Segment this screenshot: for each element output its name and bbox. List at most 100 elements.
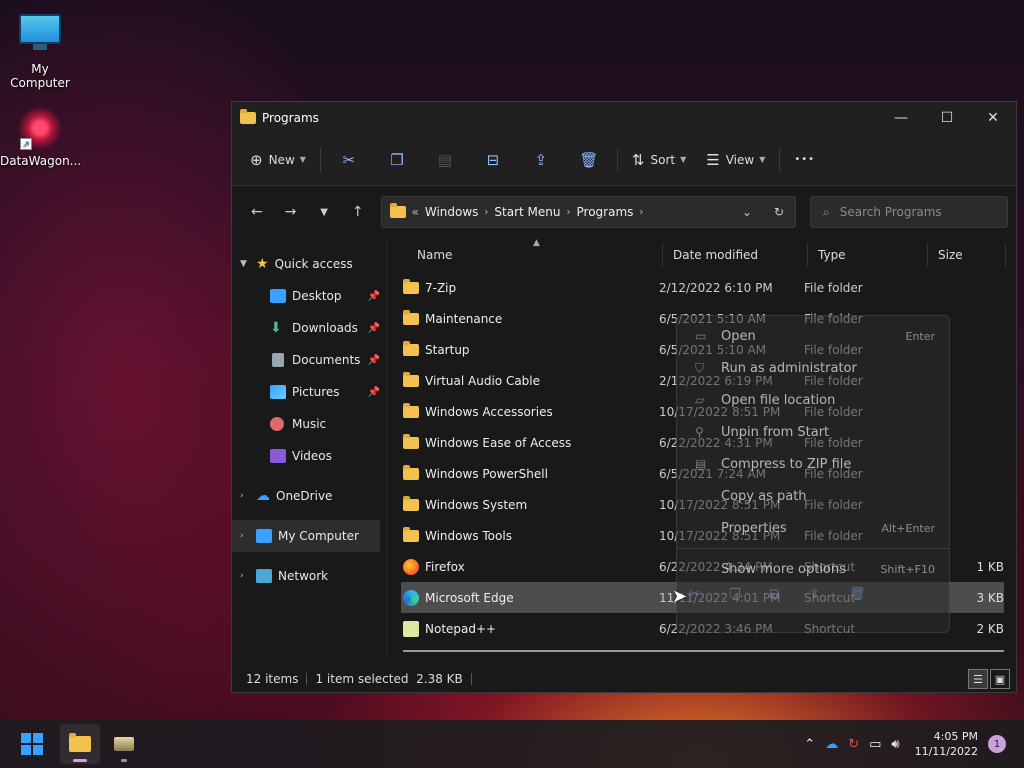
sort-button[interactable]: ⇅ Sort ▼ [622, 144, 696, 176]
menu-item-open[interactable]: ▭ Open Enter [677, 320, 949, 352]
column-header-size[interactable]: Size [928, 243, 1006, 267]
paste-button[interactable]: ▤ [421, 144, 469, 176]
maximize-button[interactable]: ☐ [924, 102, 970, 134]
onedrive-cloud-icon[interactable]: ☁ [825, 737, 838, 752]
rename-icon[interactable]: ⊟ [769, 587, 809, 602]
pin-icon: 📌 [367, 290, 380, 302]
chevron-right-icon: › [240, 491, 244, 501]
view-button[interactable]: ☰ View ▼ [696, 144, 775, 176]
cloud-icon: ☁ [256, 488, 270, 504]
title-bar[interactable]: Programs — ☐ ✕ [232, 102, 1016, 134]
scissors-icon[interactable]: ✂ [689, 587, 729, 602]
share-icon[interactable]: ⇪ [809, 587, 849, 602]
breadcrumb-windows[interactable]: Windows [425, 205, 479, 219]
sidebar-item-quick-access[interactable]: ▼ ★ Quick access [232, 248, 386, 280]
sidebar-item-label: Pictures [292, 385, 340, 399]
rename-button[interactable]: ⊟ [469, 144, 517, 176]
unpin-icon: ⚲ [695, 425, 704, 439]
firefox-icon [403, 558, 419, 575]
sidebar-item-label: My Computer [278, 529, 359, 543]
desktop-icon-label: DataWagon... [0, 154, 82, 168]
address-history-button[interactable]: ⌄ [731, 205, 763, 219]
sidebar-item-desktop[interactable]: Desktop 📌 [232, 280, 386, 312]
minimize-button[interactable]: — [878, 102, 924, 134]
sidebar-item-music[interactable]: Music [232, 408, 386, 440]
column-header-type[interactable]: Type [808, 243, 928, 267]
notification-badge[interactable]: 1 [988, 735, 1006, 753]
clock[interactable]: 4:05 PM 11/11/2022 [915, 729, 978, 759]
menu-item-show-more-options[interactable]: Show more options Shift+F10 [677, 553, 949, 585]
new-button[interactable]: ⊕ New ▼ [240, 144, 316, 176]
chevron-right-icon: › [639, 206, 644, 218]
folder-icon [403, 495, 419, 511]
chevron-down-icon: ▼ [759, 155, 766, 164]
desktop-icon-label: My Computer [10, 62, 70, 90]
taskbar-app-datawagon[interactable] [104, 724, 144, 764]
mouse-cursor-icon: ➤ [672, 586, 688, 607]
column-header-date[interactable]: Date modified [663, 243, 808, 267]
plus-circle-icon: ⊕ [250, 150, 263, 169]
volume-icon[interactable]: 🔊︎ [891, 737, 899, 752]
chevron-down-icon: ▼ [240, 259, 247, 269]
pin-icon: 📌 [367, 322, 380, 334]
sidebar-item-my-computer[interactable]: › My Computer [232, 520, 380, 552]
sidebar-item-pictures[interactable]: Pictures 📌 [232, 376, 386, 408]
address-overflow[interactable]: « [412, 205, 419, 219]
details-view-button[interactable]: ☰ [968, 669, 988, 689]
menu-item-unpin-from-start[interactable]: ⚲ Unpin from Start [677, 416, 949, 448]
breadcrumb-start-menu[interactable]: Start Menu [494, 205, 560, 219]
desktop-icon-my-computer[interactable]: My Computer [0, 8, 80, 90]
delete-button[interactable]: 🗑 [565, 144, 613, 176]
up-button[interactable]: ↑ [341, 197, 375, 227]
menu-item-copy-as-path[interactable]: Copy as path [677, 480, 949, 512]
cut-button[interactable]: ✂ [325, 144, 373, 176]
tiles-view-button[interactable]: ▣ [990, 669, 1010, 689]
file-name: Windows Ease of Access [403, 433, 659, 450]
back-button[interactable]: ← [240, 197, 274, 227]
sidebar-item-label: Videos [292, 449, 332, 463]
copy-icon[interactable]: ❐ [729, 587, 769, 602]
close-button[interactable]: ✕ [970, 102, 1016, 134]
menu-item-open-file-location[interactable]: ▱ Open file location [677, 384, 949, 416]
desktop-icon-datawagon[interactable]: ↗ DataWagon... [0, 106, 82, 168]
menu-item-properties[interactable]: Properties Alt+Enter [677, 512, 949, 544]
open-icon: ▭ [695, 329, 707, 343]
network-icon[interactable]: ▭ [869, 737, 881, 752]
chevron-right-icon: › [240, 571, 244, 581]
recent-locations-button[interactable]: ▼ [307, 197, 341, 227]
trash-icon[interactable]: 🗑 [849, 587, 889, 602]
taskbar-file-explorer[interactable] [60, 724, 100, 764]
copy-icon: ❐ [390, 150, 404, 169]
clipboard-icon: ▤ [437, 150, 453, 169]
more-options-button[interactable]: ••• [784, 144, 825, 176]
system-tray: ⌃ ☁ ↻ ▭ 🔊︎ 4:05 PM 11/11/2022 1 [799, 729, 1024, 759]
sidebar-item-documents[interactable]: Documents 📌 [232, 344, 386, 376]
menu-item-run-as-admin[interactable]: ⛉ Run as administrator [677, 352, 949, 384]
document-icon [272, 353, 284, 367]
refresh-button[interactable]: ↻ [763, 205, 795, 219]
menu-item-compress-zip[interactable]: ▤ Compress to ZIP file [677, 448, 949, 480]
sidebar-item-downloads[interactable]: ⬇ Downloads 📌 [232, 312, 386, 344]
search-box[interactable]: ⌕ Search Programs [810, 196, 1008, 228]
arrow-up-icon: ↑ [351, 204, 364, 220]
horizontal-scrollbar[interactable] [403, 650, 1004, 652]
share-button[interactable]: ⇪ [517, 144, 565, 176]
address-bar[interactable]: « Windows › Start Menu › Programs › ⌄ ↻ [380, 196, 797, 228]
folder-icon [403, 309, 419, 325]
file-row[interactable]: 7-Zip 2/12/2022 6:10 PM File folder [387, 272, 1016, 303]
sidebar-item-network[interactable]: › Network [232, 560, 386, 592]
sidebar-item-videos[interactable]: Videos [232, 440, 386, 472]
sort-label: Sort [650, 152, 676, 167]
copy-button[interactable]: ❐ [373, 144, 421, 176]
trash-icon: 🗑 [579, 150, 599, 169]
start-button[interactable] [8, 720, 56, 768]
chevron-up-icon[interactable]: ⌃ [804, 737, 815, 752]
forward-button[interactable]: → [274, 197, 308, 227]
notepad-icon [403, 620, 419, 637]
file-name: Startup [403, 340, 659, 357]
chevron-right-icon: › [566, 206, 571, 218]
sidebar-item-onedrive[interactable]: › ☁ OneDrive [232, 480, 386, 512]
sync-icon[interactable]: ↻ [848, 737, 859, 752]
star-icon: ★ [256, 256, 269, 272]
breadcrumb-programs[interactable]: Programs [577, 205, 634, 219]
